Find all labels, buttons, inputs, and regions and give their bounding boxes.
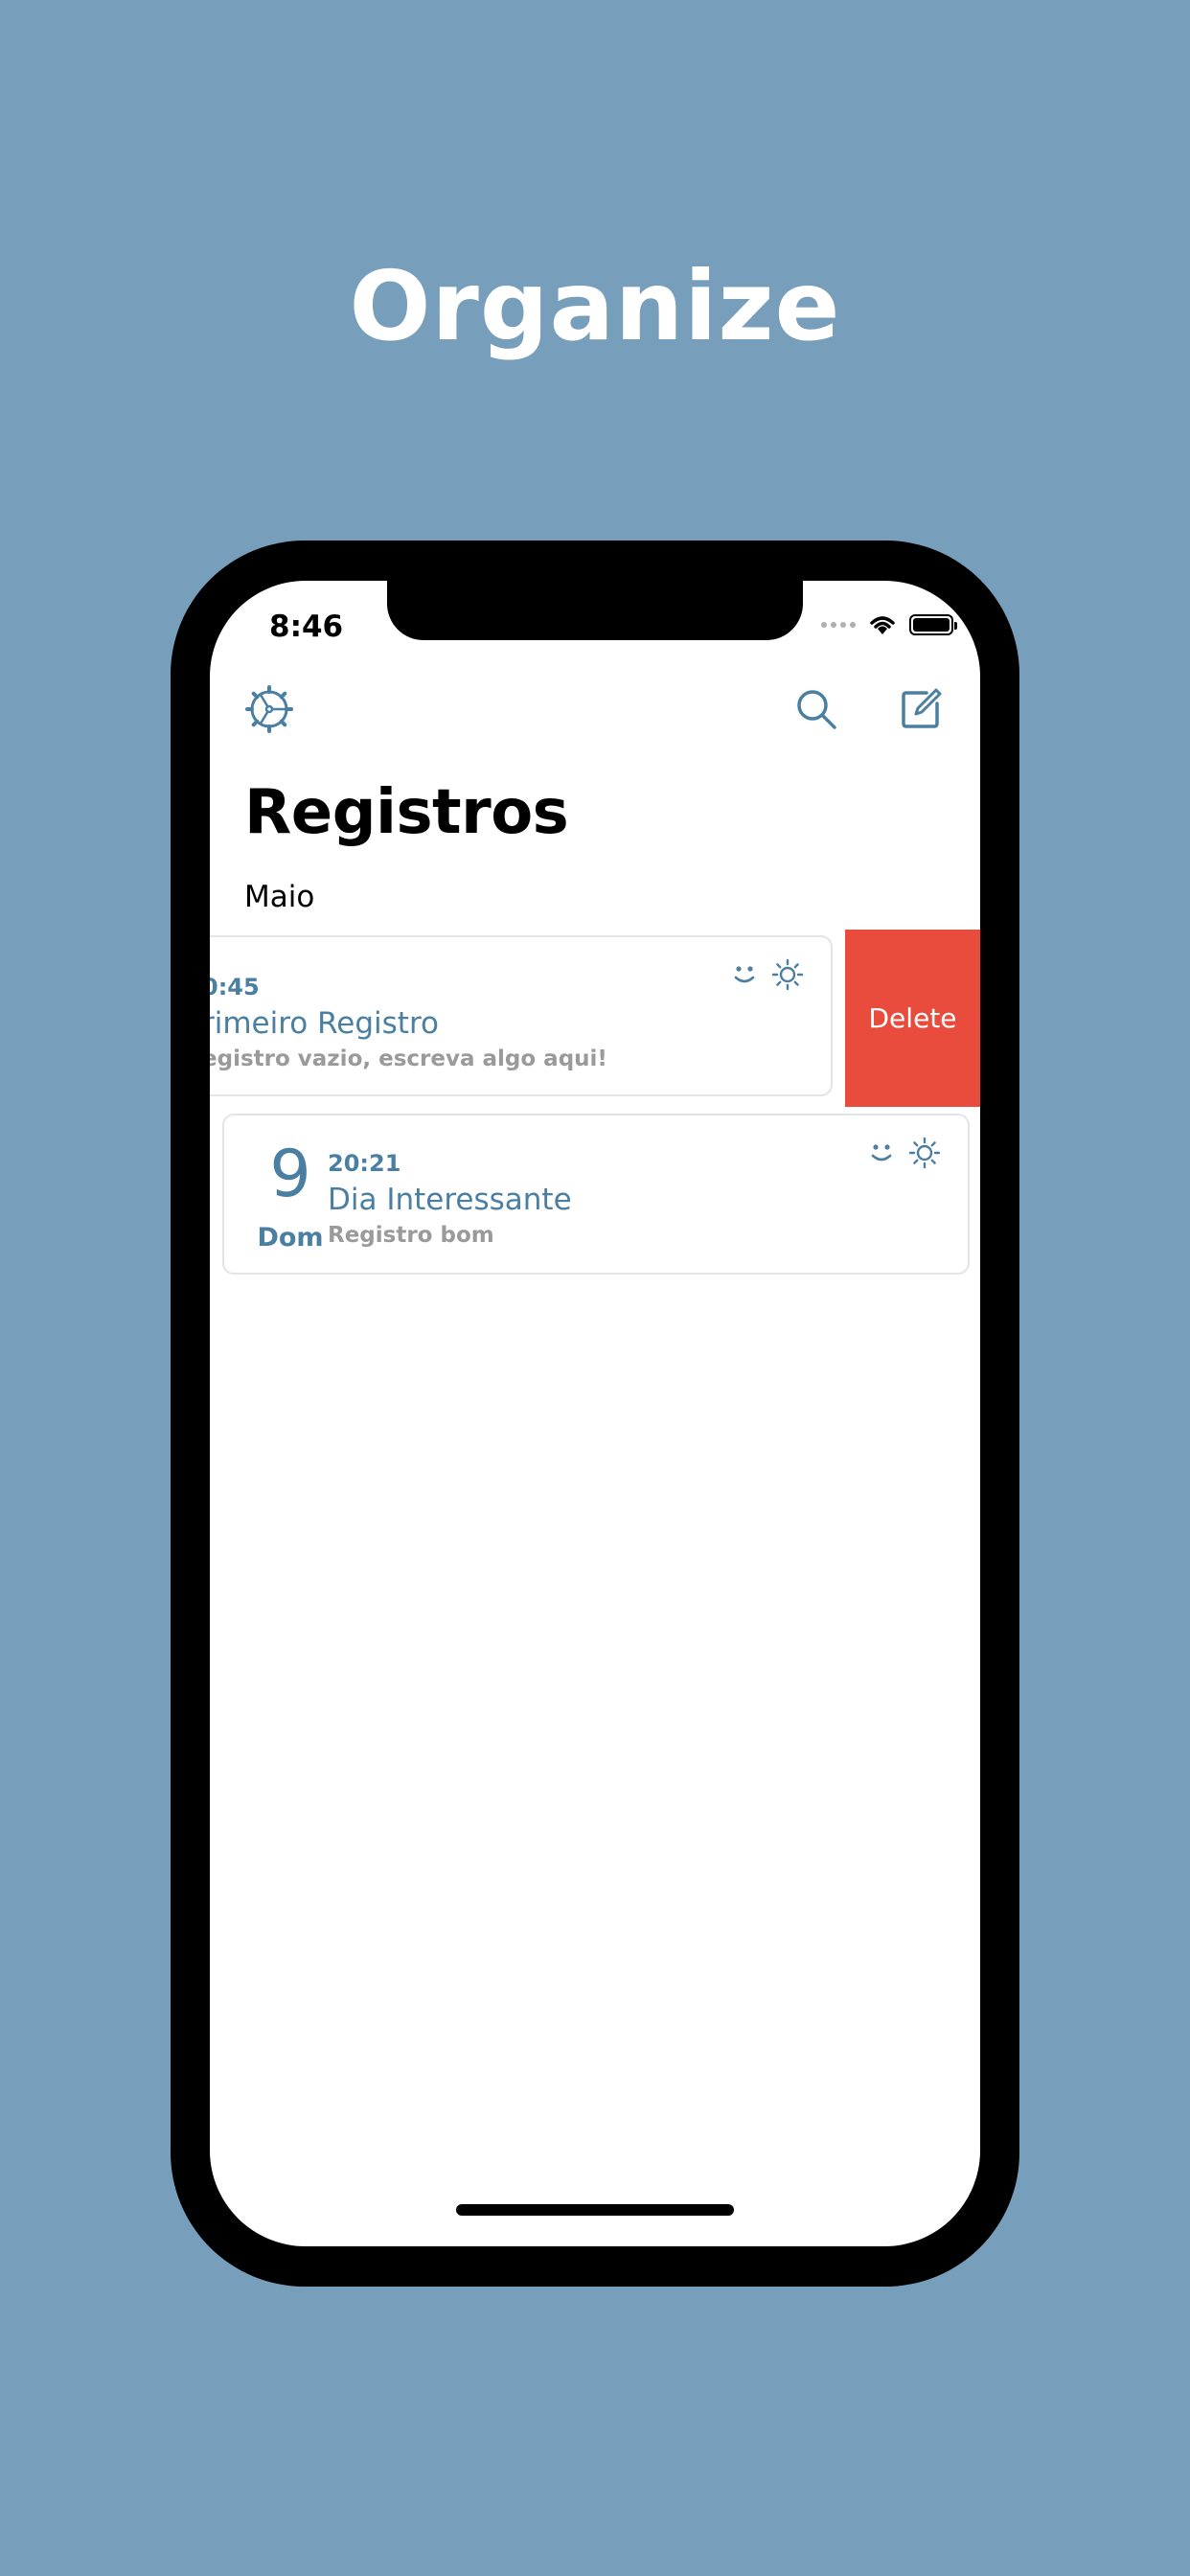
entry-card[interactable]: 0:45 rimeiro Registro egistro vazio, esc… — [210, 935, 833, 1096]
phone-notch — [387, 581, 803, 640]
entry-day-number: 9 — [269, 1137, 311, 1212]
battery-icon — [909, 614, 957, 635]
entry-mood-icons — [731, 958, 804, 991]
smile-icon — [871, 1144, 892, 1162]
phone-frame: 8:46 Registros Maio:45 rimeiro Registro… — [171, 540, 1019, 2287]
section-header-month: Maio — [244, 880, 315, 914]
app-screen: 8:46 Registros Maio:45 rimeiro Registro… — [210, 581, 980, 2246]
promo-headline: Organize — [349, 250, 841, 362]
new-entry-button[interactable] — [894, 682, 948, 736]
smile-icon — [734, 966, 755, 983]
sun-icon — [908, 1137, 941, 1169]
entry-title: Dia Interessante — [328, 1183, 572, 1217]
entry-day-name: Dom — [257, 1223, 324, 1253]
settings-button[interactable] — [242, 682, 296, 736]
delete-swipe-button[interactable]: Delete — [845, 930, 980, 1107]
search-button[interactable] — [790, 682, 843, 736]
cellular-signal-icon — [821, 622, 856, 628]
search-icon — [797, 690, 836, 729]
sun-icon — [771, 958, 804, 991]
home-indicator[interactable] — [456, 2204, 734, 2216]
compose-icon — [902, 688, 942, 728]
entry-time: 0:45 — [210, 974, 260, 1000]
entry-time: 20:21 — [328, 1150, 401, 1177]
entry-preview: Registro bom — [328, 1223, 494, 1248]
entry-mood-icons — [868, 1137, 941, 1169]
status-icons — [821, 613, 957, 636]
wifi-icon — [870, 616, 895, 634]
settings-gear-icon — [245, 685, 293, 733]
status-time: 8:46 — [269, 610, 344, 644]
page-title: Registros — [244, 777, 569, 848]
entry-card[interactable]: 9 Dom 20:21 Dia Interessante Registro bo… — [222, 1114, 970, 1275]
entry-preview: egistro vazio, escreva algo aqui! — [210, 1046, 607, 1071]
entry-title: rimeiro Registro — [210, 1006, 439, 1041]
